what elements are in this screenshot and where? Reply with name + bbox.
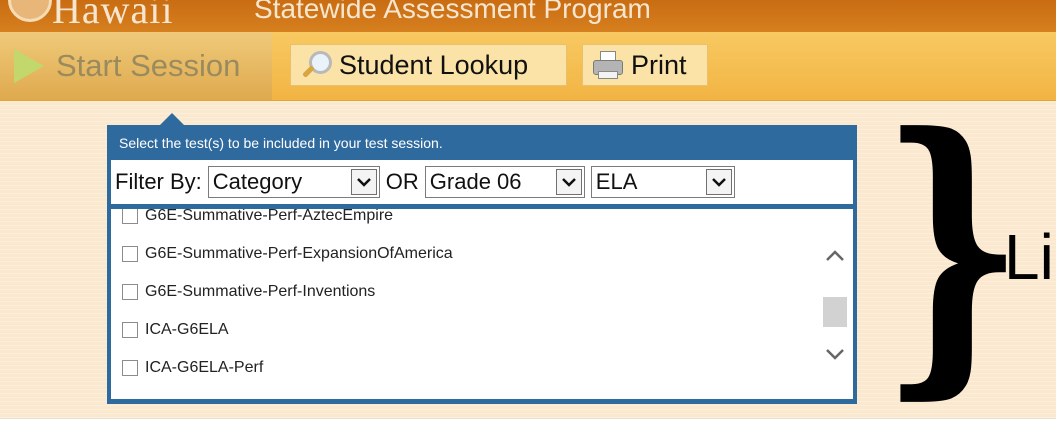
test-checkbox[interactable] <box>122 322 138 338</box>
test-name: ICA-G6ELA <box>145 321 229 338</box>
print-button[interactable]: Print <box>582 44 708 86</box>
title-bar: Hawaii Statewide Assessment Program <box>0 0 1056 32</box>
play-icon <box>14 49 44 83</box>
list-item[interactable]: ICA-G6ELA-Perf <box>111 349 811 387</box>
chevron-down-icon[interactable] <box>350 169 377 195</box>
grade-select-value: Grade 06 <box>429 169 522 194</box>
chevron-down-icon[interactable] <box>555 169 582 195</box>
grade-select[interactable]: Grade 06 <box>424 166 585 198</box>
list-item[interactable]: G6E-Summative-Perf-Inventions <box>111 273 811 311</box>
test-selection-panel: Select the test(s) to be included in you… <box>107 125 857 404</box>
list-item[interactable]: G6E-Summative-Perf-ExpansionOfAmerica <box>111 235 811 273</box>
list-item[interactable]: G6E-Summative-Perf-AztecEmpire <box>111 209 811 235</box>
printer-icon <box>591 50 623 80</box>
annotation-text: Li <box>1004 221 1054 293</box>
start-session-button[interactable]: Start Session <box>0 32 272 100</box>
test-checkbox[interactable] <box>122 246 138 262</box>
test-name: G6E-Summative-Perf-ExpansionOfAmerica <box>145 245 453 262</box>
subject-select-value: ELA <box>595 169 638 194</box>
student-lookup-label: Student Lookup <box>339 49 529 80</box>
test-checkbox[interactable] <box>122 284 138 300</box>
print-label: Print <box>631 49 687 80</box>
chevron-up-icon[interactable] <box>821 244 849 268</box>
test-list[interactable]: G6E-Summative-Perf-AztecEmpire G6E-Summa… <box>111 209 853 399</box>
test-name: G6E-Summative-Perf-Inventions <box>145 283 376 300</box>
test-name: ICA-G6ELA-Perf <box>145 359 264 376</box>
test-checkbox[interactable] <box>122 209 138 224</box>
program-title: Statewide Assessment Program <box>254 0 651 24</box>
annotation-brace: } <box>880 71 1025 424</box>
state-seal-logo <box>8 0 52 22</box>
popup-caret <box>160 113 184 125</box>
category-select-value: Category <box>212 169 303 194</box>
brand-name: Hawaii <box>52 0 174 32</box>
chevron-down-icon[interactable] <box>821 342 849 366</box>
panel-instruction: Select the test(s) to be included in you… <box>119 135 443 151</box>
chevron-down-icon[interactable] <box>705 169 732 195</box>
test-name: G6E-Summative-Perf-AztecEmpire <box>145 209 394 224</box>
magnifier-icon <box>299 49 332 81</box>
filter-bar: Filter By: Category OR Grade 06 ELA <box>111 160 853 204</box>
category-select[interactable]: Category <box>207 166 380 198</box>
list-scrollbar[interactable] <box>817 209 853 399</box>
list-item[interactable]: ICA-G6ELA <box>111 311 811 349</box>
test-checkbox[interactable] <box>122 360 138 376</box>
or-label: OR <box>385 169 419 194</box>
start-session-label: Start Session <box>56 48 241 83</box>
subject-select[interactable]: ELA <box>590 166 735 198</box>
scrollbar-thumb[interactable] <box>823 297 847 327</box>
student-lookup-button[interactable]: Student Lookup <box>290 44 567 86</box>
filter-label: Filter By: <box>115 169 202 194</box>
